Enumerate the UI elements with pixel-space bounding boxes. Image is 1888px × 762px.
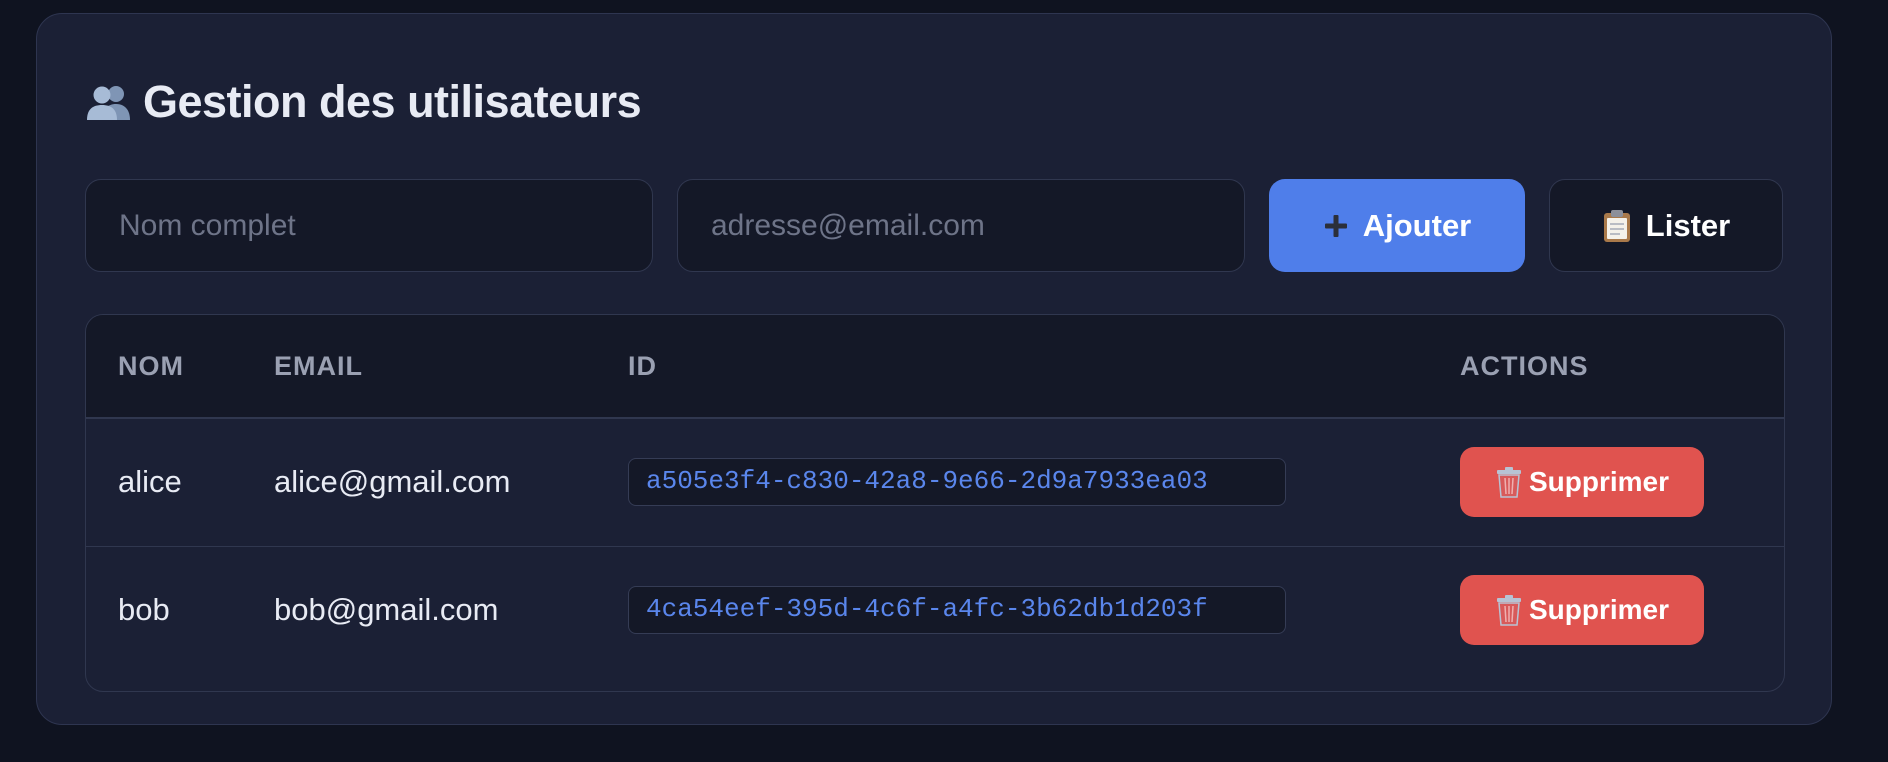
add-user-form: Ajouter Lister: [85, 179, 1783, 272]
user-id-cell: 4ca54eef-395d-4c6f-a4fc-3b62db1d203f: [628, 545, 1460, 674]
delete-button-label: Supprimer: [1528, 594, 1670, 626]
delete-button-label: Supprimer: [1528, 466, 1670, 498]
users-icon: [85, 83, 133, 121]
delete-button[interactable]: Supprimer: [1460, 575, 1704, 646]
table-row: bob bob@gmail.com 4ca54eef-395d-4c6f-a4f…: [86, 545, 1784, 674]
name-input[interactable]: [85, 179, 653, 272]
user-actions-cell: Supprimer: [1460, 545, 1784, 674]
user-id-code: a505e3f4-c830-42a8-9e66-2d9a7933ea03: [628, 458, 1286, 507]
delete-button[interactable]: Supprimer: [1460, 447, 1704, 518]
clipboard-icon: [1602, 209, 1632, 243]
user-name-cell: alice: [118, 464, 182, 500]
list-button-label: Lister: [1645, 207, 1731, 243]
user-name-cell: bob: [86, 545, 274, 674]
trash-icon: [1495, 594, 1523, 626]
users-table: Nom Email ID Actions alice alice@gmail.c…: [85, 314, 1785, 692]
column-header-id: ID: [628, 315, 1460, 419]
user-id-cell: a505e3f4-c830-42a8-9e66-2d9a7933ea03: [628, 418, 1460, 546]
table-header-row: Nom Email ID Actions: [86, 315, 1784, 419]
trash-icon: [1495, 466, 1523, 498]
column-header-name: Nom: [86, 315, 274, 419]
add-button-label: Ajouter: [1362, 207, 1472, 243]
user-email-cell: alice@gmail.com: [274, 464, 511, 500]
user-management-card: Gestion des utilisateurs Ajouter: [36, 13, 1832, 725]
user-actions-cell: Supprimer: [1460, 418, 1784, 546]
page-title-text: Gestion des utilisateurs: [143, 76, 642, 127]
user-email-cell: bob@gmail.com: [274, 545, 628, 674]
column-header-email: Email: [274, 315, 628, 419]
page-title: Gestion des utilisateurs: [85, 76, 642, 128]
table-row: alice alice@gmail.com a505e3f4-c830-42a8…: [86, 418, 1784, 546]
email-input[interactable]: [677, 179, 1245, 272]
plus-icon: [1323, 213, 1349, 239]
list-button[interactable]: Lister: [1549, 179, 1783, 272]
add-button[interactable]: Ajouter: [1269, 179, 1525, 272]
user-id-code: 4ca54eef-395d-4c6f-a4fc-3b62db1d203f: [628, 586, 1286, 635]
column-header-actions: Actions: [1460, 315, 1784, 419]
